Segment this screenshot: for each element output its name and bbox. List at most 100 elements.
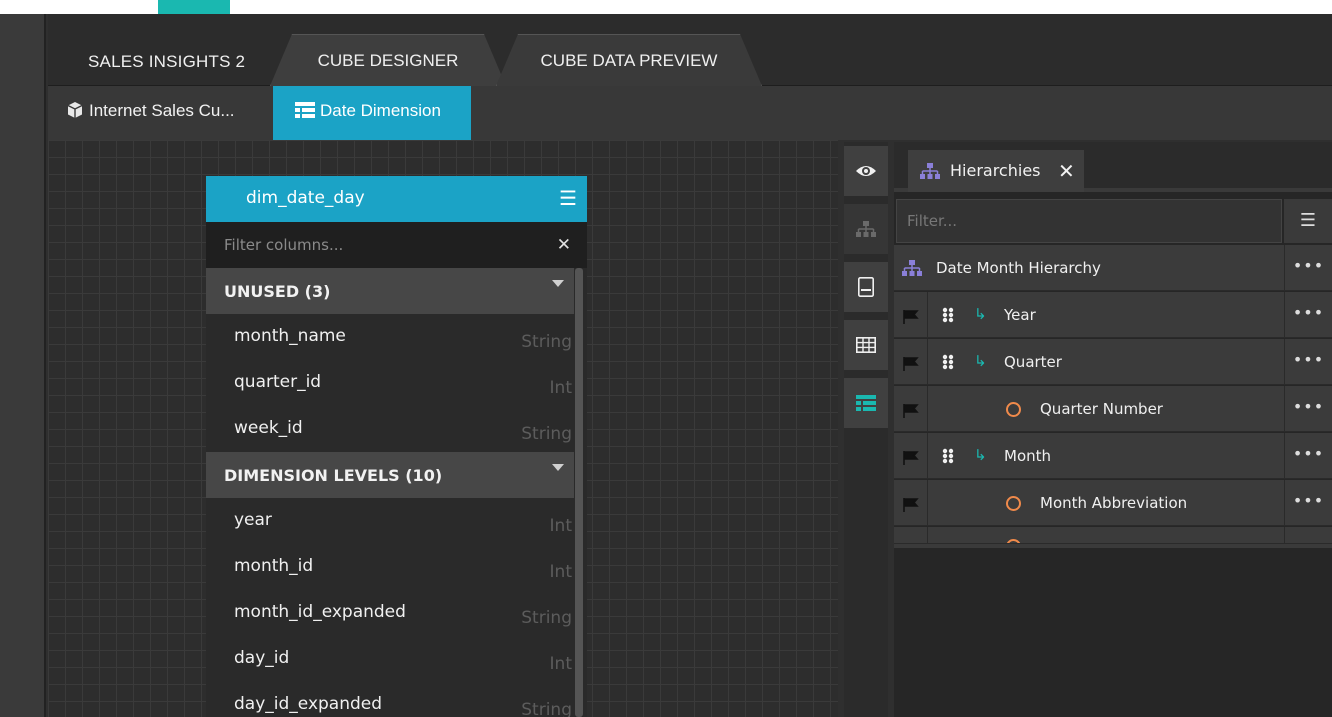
main-tab-bar: SALES INSIGHTS 2 CUBE DESIGNER CUBE DATA…: [48, 14, 1332, 86]
level-arrow-icon: ↳: [974, 446, 987, 464]
flag-cell[interactable]: [894, 433, 928, 479]
column-name: month_id_expanded: [234, 602, 406, 622]
attribute-cell: Month Abbreviation: [928, 480, 1284, 526]
subtab-date-dimension[interactable]: Date Dimension: [273, 86, 471, 140]
hierarchy-attribute-row[interactable]: Quarter Number •••: [894, 386, 1332, 432]
column-row[interactable]: day_id_expanded String: [206, 682, 574, 717]
flag-cell[interactable]: [894, 386, 928, 432]
level-arrow-icon: ↳: [974, 305, 987, 323]
more-options-cell[interactable]: [1284, 527, 1332, 543]
hierarchies-panel: Hierarchies ✕ ☰ Date Month Hierarchy •••: [894, 142, 1332, 717]
hierarchy-root-row[interactable]: Date Month Hierarchy •••: [894, 245, 1332, 291]
column-row[interactable]: month_id_expanded String: [206, 590, 574, 636]
drag-handle-icon[interactable]: [942, 307, 954, 323]
hierarchy-level-row[interactable]: ↳ Quarter •••: [894, 339, 1332, 385]
level-cell: ↳ Quarter: [928, 339, 1284, 385]
tab-cube-designer-label[interactable]: CUBE DESIGNER: [270, 34, 506, 86]
hierarchy-icon: [902, 260, 922, 276]
more-options-icon[interactable]: •••: [1284, 433, 1332, 479]
hierarchy-icon: [920, 163, 940, 179]
flag-icon: [903, 357, 919, 371]
group-dimension-levels[interactable]: DIMENSION LEVELS (10): [206, 452, 574, 498]
subtab-cube[interactable]: Internet Sales Cu...: [66, 86, 235, 140]
hierarchy-filter-input[interactable]: [907, 206, 1267, 236]
column-name: quarter_id: [234, 372, 322, 392]
more-options-icon[interactable]: •••: [1284, 480, 1332, 526]
flag-cell[interactable]: [894, 339, 928, 385]
hierarchies-tab-bar: Hierarchies ✕: [894, 142, 1332, 192]
caret-down-icon[interactable]: [552, 280, 564, 287]
column-type: String: [521, 608, 572, 628]
column-name: week_id: [234, 418, 303, 438]
cube-icon: [67, 102, 83, 118]
attribute-name: Quarter Number: [1040, 400, 1163, 418]
column-row[interactable]: month_name String: [206, 314, 574, 360]
group-unused-label: UNUSED (3): [224, 282, 331, 301]
column-filter-input[interactable]: [224, 230, 544, 260]
column-name: year: [234, 510, 272, 530]
x-icon[interactable]: ✕: [557, 222, 571, 268]
table-card[interactable]: dim_date_day ☰ ✕ UNUSED (3) month_name S…: [206, 176, 587, 717]
more-options-icon[interactable]: •••: [1284, 245, 1332, 291]
table-name: dim_date_day: [246, 188, 365, 208]
more-options-icon[interactable]: •••: [1284, 339, 1332, 385]
group-dimension-levels-label: DIMENSION LEVELS (10): [224, 466, 443, 485]
table-card-header[interactable]: dim_date_day ☰: [206, 176, 587, 222]
hierarchy-icon: [856, 221, 876, 237]
document-icon: [858, 277, 874, 297]
close-icon[interactable]: ✕: [1058, 150, 1075, 192]
hamburger-menu-icon[interactable]: ☰: [559, 176, 577, 220]
column-list-scrollbar[interactable]: [575, 268, 583, 717]
attribute-cell: [928, 527, 1284, 543]
column-row[interactable]: quarter_id Int: [206, 360, 574, 406]
flag-cell[interactable]: [894, 527, 928, 543]
hierarchy-level-row[interactable]: ↳ Year •••: [894, 292, 1332, 338]
column-filter-bar: ✕: [206, 222, 587, 268]
column-row[interactable]: week_id String: [206, 406, 574, 452]
column-type: String: [521, 700, 572, 717]
filter-menu-icon[interactable]: ☰: [1284, 199, 1332, 243]
column-type: String: [521, 424, 572, 444]
browser-top-strip: [0, 0, 1332, 14]
more-options-icon[interactable]: •••: [1284, 292, 1332, 338]
attribute-ring-icon: [1006, 496, 1021, 511]
hierarchy-attribute-row-partial[interactable]: [894, 527, 1332, 544]
hierarchy-panel-button[interactable]: [844, 204, 888, 258]
column-row[interactable]: day_id Int: [206, 636, 574, 682]
side-icon-strip: [844, 142, 888, 717]
hierarchy-attribute-row[interactable]: Month Abbreviation •••: [894, 480, 1332, 526]
group-unused[interactable]: UNUSED (3): [206, 268, 574, 314]
more-options-icon[interactable]: •••: [1284, 386, 1332, 432]
grid-icon: [856, 337, 876, 353]
subtab-date-dimension-label: Date Dimension: [320, 101, 441, 120]
column-name: day_id_expanded: [234, 694, 383, 714]
preview-toggle-button[interactable]: [844, 146, 888, 200]
column-row[interactable]: year Int: [206, 498, 574, 544]
table-list-panel-button[interactable]: [844, 378, 888, 432]
level-cell: ↳ Month: [928, 433, 1284, 479]
drag-handle-icon[interactable]: [942, 448, 954, 464]
level-name: Month: [1004, 447, 1052, 465]
flag-icon: [903, 451, 919, 465]
column-row[interactable]: month_id Int: [206, 544, 574, 590]
column-name: day_id: [234, 648, 290, 668]
column-type: String: [521, 332, 572, 352]
caret-down-icon[interactable]: [552, 464, 564, 471]
grid-panel-button[interactable]: [844, 320, 888, 374]
hierarchy-name: Date Month Hierarchy: [936, 259, 1101, 277]
notes-panel-button[interactable]: [844, 262, 888, 316]
attribute-ring-icon: [1006, 402, 1021, 417]
tab-project-name[interactable]: SALES INSIGHTS 2: [88, 34, 288, 86]
flag-icon: [903, 310, 919, 324]
hierarchy-root-cell: Date Month Hierarchy: [894, 245, 1284, 291]
column-type: Int: [549, 516, 572, 536]
column-name: month_id: [234, 556, 314, 576]
attribute-cell: Quarter Number: [928, 386, 1284, 432]
tab-hierarchies[interactable]: Hierarchies ✕: [908, 150, 1084, 192]
drag-handle-icon[interactable]: [942, 354, 954, 370]
tab-cube-data-preview-label[interactable]: CUBE DATA PREVIEW: [496, 34, 762, 86]
flag-cell[interactable]: [894, 292, 928, 338]
hierarchy-level-row[interactable]: ↳ Month •••: [894, 433, 1332, 479]
table-list-icon: [295, 102, 315, 118]
flag-cell[interactable]: [894, 480, 928, 526]
